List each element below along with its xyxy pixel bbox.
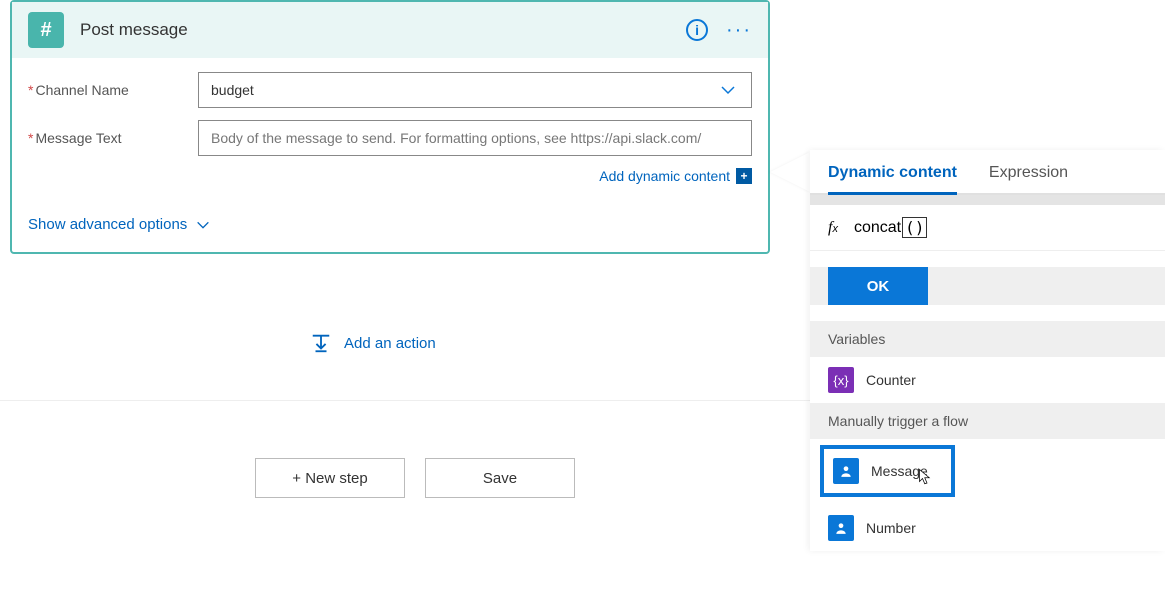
section-variables: Variables (810, 321, 1165, 357)
new-step-button[interactable]: + New step (255, 458, 405, 498)
advanced-row: Show advanced options (28, 216, 752, 234)
insert-step-icon (310, 332, 332, 354)
expression-text: concat() (854, 217, 927, 238)
divider (0, 400, 810, 401)
ok-button[interactable]: OK (828, 267, 928, 305)
chevron-down-icon (719, 81, 737, 99)
plus-icon: + (736, 168, 752, 184)
card-header: # Post message i ··· (12, 2, 768, 58)
variable-counter-label: Counter (866, 372, 916, 388)
add-dynamic-content-text: Add dynamic content (599, 168, 730, 184)
card-body: *Channel Name budget *Message Text Body … (12, 58, 768, 252)
info-icon[interactable]: i (686, 19, 708, 41)
show-advanced-options-link[interactable]: Show advanced options (28, 216, 211, 233)
message-text-row: *Message Text Body of the message to sen… (28, 120, 752, 156)
post-message-card: # Post message i ··· *Channel Name budge… (10, 0, 770, 254)
header-icon-group: i ··· (686, 19, 752, 42)
variable-icon: {x} (828, 367, 854, 393)
add-dynamic-content-link[interactable]: Add dynamic content + (599, 168, 752, 184)
channel-name-label: *Channel Name (28, 82, 198, 98)
message-text-input[interactable]: Body of the message to send. For formatt… (198, 120, 752, 156)
dynamic-content-panel: Dynamic content Expression fx concat() O… (810, 150, 1165, 551)
show-advanced-options-text: Show advanced options (28, 216, 187, 233)
cursor-pointer-icon (915, 466, 933, 488)
card-title: Post message (80, 20, 686, 40)
message-text-label: *Message Text (28, 130, 198, 146)
save-button[interactable]: Save (425, 458, 575, 498)
message-text-placeholder: Body of the message to send. For formatt… (211, 130, 701, 146)
message-text-label-text: Message Text (35, 130, 121, 146)
callout-arrow (770, 152, 810, 192)
channel-name-label-text: Channel Name (35, 82, 128, 98)
add-an-action-text: Add an action (344, 335, 436, 352)
more-icon[interactable]: ··· (726, 19, 752, 42)
panel-tabs: Dynamic content Expression (810, 150, 1165, 195)
section-manual-trigger: Manually trigger a flow (810, 403, 1165, 439)
graybar (810, 195, 1165, 205)
message-item-highlight: Message (820, 445, 955, 497)
expression-input-row[interactable]: fx concat() (810, 205, 1165, 251)
channel-name-row: *Channel Name budget (28, 72, 752, 108)
channel-name-value: budget (211, 82, 254, 98)
expression-parens: () (902, 217, 927, 238)
bottom-button-row: + New step Save (255, 458, 575, 498)
add-an-action-link[interactable]: Add an action (310, 332, 436, 354)
user-input-icon (833, 458, 859, 484)
chevron-down-icon (195, 217, 211, 233)
expression-fn-name: concat (854, 219, 901, 237)
trigger-number-item[interactable]: Number (810, 505, 1165, 551)
tab-expression[interactable]: Expression (989, 164, 1068, 193)
tab-dynamic-content[interactable]: Dynamic content (828, 164, 957, 195)
trigger-number-label: Number (866, 520, 916, 536)
fx-icon: fx (828, 219, 838, 237)
variable-counter-item[interactable]: {x} Counter (810, 357, 1165, 403)
trigger-message-item[interactable]: Message (827, 452, 948, 490)
user-input-icon (828, 515, 854, 541)
add-dynamic-row: Add dynamic content + (28, 168, 752, 186)
channel-name-select[interactable]: budget (198, 72, 752, 108)
slack-hash-icon: # (28, 12, 64, 48)
